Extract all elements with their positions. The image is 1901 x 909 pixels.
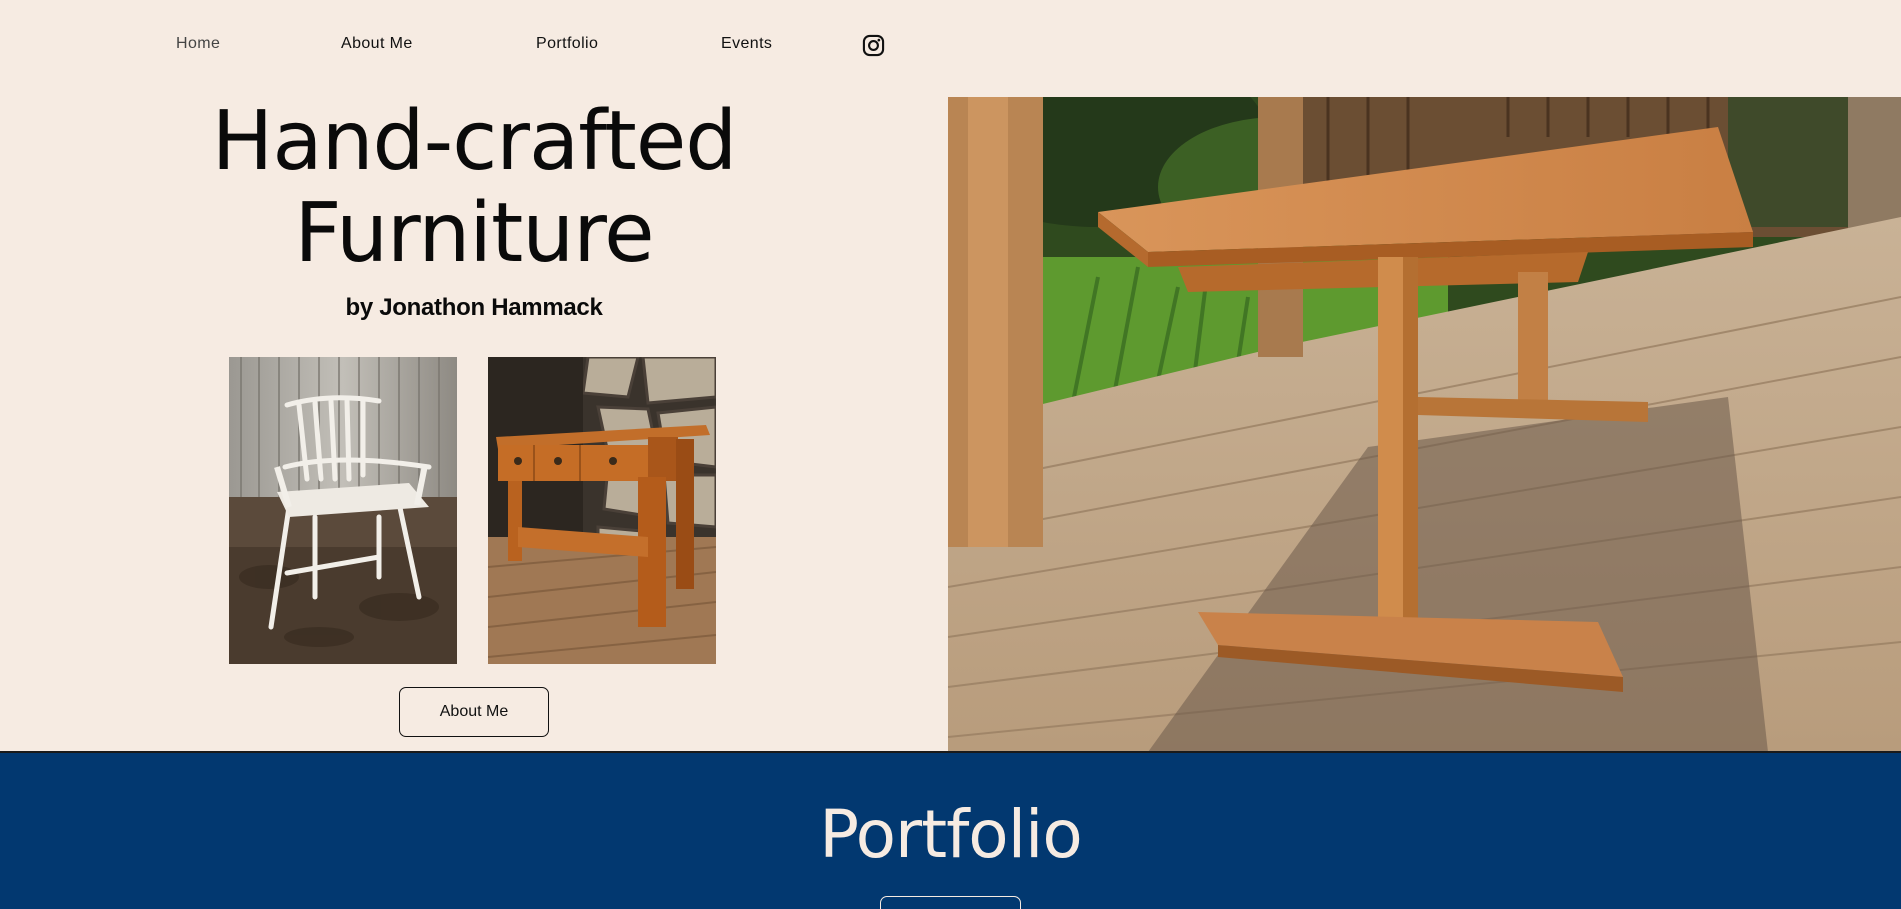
hero-subtitle: by Jonathon Hammack (345, 294, 603, 321)
portfolio-section: Portfolio (0, 753, 1901, 909)
hero-title-line1: Hand-crafted (211, 94, 738, 189)
hero-title-line2: Furniture (294, 186, 654, 281)
nav-about-me[interactable]: About Me (341, 35, 413, 53)
top-nav: Home About Me Portfolio Events (0, 0, 948, 92)
about-me-button[interactable]: About Me (399, 687, 549, 737)
chair-photo (229, 357, 457, 664)
nav-events[interactable]: Events (721, 35, 772, 53)
instagram-icon[interactable] (862, 34, 885, 57)
portfolio-button[interactable] (880, 896, 1021, 909)
page: Home About Me Portfolio Events Hand-craf… (0, 0, 1901, 909)
nav-home[interactable]: Home (176, 35, 220, 53)
hero-title: Hand-crafted Furniture (0, 96, 948, 280)
nav-portfolio[interactable]: Portfolio (536, 35, 598, 53)
trestle-table-photo (948, 97, 1901, 752)
hall-table-photo (488, 357, 716, 664)
portfolio-title: Portfolio (819, 796, 1083, 873)
